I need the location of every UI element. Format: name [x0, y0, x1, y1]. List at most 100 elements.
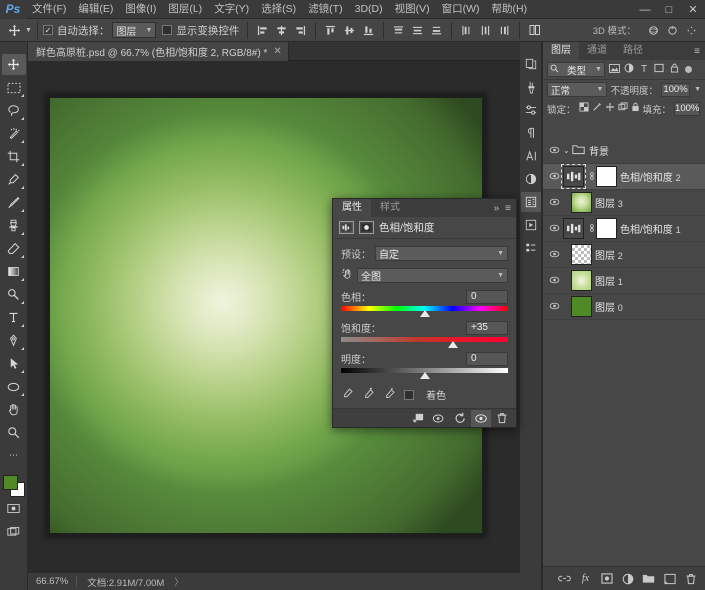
layer-name[interactable]: 图层 2: [595, 247, 623, 262]
more-tools-button[interactable]: ⋯: [2, 445, 26, 466]
group-disclosure-icon[interactable]: ⌄: [563, 146, 572, 155]
layer-thumbnail-adjustment[interactable]: [563, 218, 584, 239]
marquee-tool[interactable]: [2, 77, 26, 98]
saturation-value[interactable]: +35: [466, 320, 508, 335]
foreground-color-swatch[interactable]: [2, 475, 18, 490]
3d-pan-icon[interactable]: [683, 21, 700, 39]
distribute-center-vertical-icon[interactable]: [409, 21, 426, 39]
opacity-chevron-icon[interactable]: ▼: [694, 86, 701, 93]
menu-window[interactable]: 窗口(W): [436, 0, 486, 19]
collapse-icon[interactable]: »: [490, 203, 504, 214]
layer-row-layer-0[interactable]: 图层 0: [543, 294, 705, 320]
lightness-slider-thumb[interactable]: [419, 372, 430, 379]
hue-value[interactable]: 0: [466, 289, 508, 304]
color-wheel-icon[interactable]: [521, 169, 541, 189]
lock-image-pixels-icon[interactable]: [592, 102, 602, 115]
eyedropper-icon[interactable]: [341, 387, 354, 403]
properties-panel[interactable]: 属性 样式 » ≡ 色相/饱和度 预设： 自定 ▼ 全图 ▼ 色相： 0 饱和度…: [332, 198, 517, 428]
align-bottom-icon[interactable]: [360, 21, 377, 39]
lock-all-icon[interactable]: [631, 102, 640, 115]
panel-menu-icon[interactable]: ≡: [689, 46, 705, 57]
lock-artboard-nesting-icon[interactable]: [617, 102, 628, 115]
align-top-icon[interactable]: [322, 21, 339, 39]
type-tool[interactable]: [2, 307, 26, 328]
layer-name[interactable]: 背景: [589, 143, 609, 158]
menu-type[interactable]: 文字(Y): [208, 0, 255, 19]
auto-select-dropdown[interactable]: 图层 ▼: [112, 22, 157, 38]
layer-mask-button[interactable]: [597, 569, 616, 588]
toggle-layer-visibility-button[interactable]: [471, 409, 491, 427]
adjustments-icon[interactable]: [521, 100, 541, 120]
hand-tool[interactable]: [2, 399, 26, 420]
auto-align-icon[interactable]: [526, 21, 543, 39]
visibility-toggle[interactable]: [545, 146, 563, 156]
link-layers-button[interactable]: [555, 569, 574, 588]
distribute-top-icon[interactable]: [390, 21, 407, 39]
mask-link-icon[interactable]: [587, 171, 596, 183]
crop-tool[interactable]: [2, 146, 26, 167]
filter-toggle-switch[interactable]: [685, 66, 692, 73]
layer-name[interactable]: 图层 0: [595, 299, 623, 314]
layer-thumbnail[interactable]: [571, 192, 592, 213]
tool-preset-caret-icon[interactable]: ▼: [25, 27, 32, 34]
lasso-tool[interactable]: [2, 100, 26, 121]
saturation-slider-track[interactable]: [341, 336, 508, 349]
layer-name[interactable]: 图层 1: [595, 273, 623, 288]
properties-icon[interactable]: [520, 192, 541, 212]
layer-row-hue-saturation-1[interactable]: 色相/饱和度 1: [543, 216, 705, 242]
layer-thumbnail-adjustment[interactable]: [561, 164, 586, 189]
filter-type-dropdown[interactable]: 类型 ▼: [547, 62, 605, 77]
filter-type-text-icon[interactable]: T: [638, 64, 650, 75]
layer-mask-thumbnail[interactable]: [596, 166, 617, 187]
tab-channels[interactable]: 通道: [579, 42, 615, 60]
shape-tool[interactable]: [2, 376, 26, 397]
saturation-slider-thumb[interactable]: [447, 341, 458, 348]
layer-row-group-background[interactable]: ⌄ 背景: [543, 138, 705, 164]
clone-stamp-tool[interactable]: [2, 215, 26, 236]
layer-comps-icon[interactable]: [521, 238, 541, 258]
menu-3d[interactable]: 3D(D): [349, 0, 389, 19]
mask-link-icon[interactable]: [587, 223, 596, 235]
preview-previous-state-button[interactable]: [429, 410, 449, 427]
3d-rotate-icon[interactable]: [645, 21, 662, 39]
filter-adjustment-icon[interactable]: [623, 63, 635, 76]
menu-image[interactable]: 图像(I): [119, 0, 162, 19]
filter-smart-object-icon[interactable]: [668, 63, 680, 76]
pen-tool[interactable]: [2, 330, 26, 351]
tab-properties[interactable]: 属性: [333, 199, 371, 217]
distribute-bottom-icon[interactable]: [428, 21, 445, 39]
layer-style-button[interactable]: fx: [576, 569, 595, 588]
distribute-left-icon[interactable]: [458, 21, 475, 39]
align-left-icon[interactable]: [254, 21, 271, 39]
delete-adjustment-button[interactable]: [492, 410, 512, 427]
close-icon[interactable]: ✕: [273, 46, 281, 57]
character-icon[interactable]: [521, 146, 541, 166]
align-right-icon[interactable]: [292, 21, 309, 39]
tab-layers[interactable]: 图层: [543, 42, 579, 60]
gradient-tool[interactable]: [2, 261, 26, 282]
reset-button[interactable]: [450, 410, 470, 427]
visibility-toggle[interactable]: [545, 276, 563, 286]
quick-mask-button[interactable]: [2, 498, 26, 519]
tab-styles[interactable]: 样式: [371, 199, 409, 217]
layer-name[interactable]: 图层 3: [595, 195, 623, 210]
menu-edit[interactable]: 编辑(E): [72, 0, 119, 19]
actions-icon[interactable]: [521, 215, 541, 235]
layer-row-hue-saturation-2[interactable]: 色相/饱和度 2: [543, 164, 705, 190]
adjustment-type-icon[interactable]: [339, 221, 354, 234]
layer-name[interactable]: 色相/饱和度 2: [620, 169, 681, 184]
preset-dropdown[interactable]: 自定 ▼: [375, 246, 508, 261]
delete-layer-button[interactable]: [681, 569, 700, 588]
eraser-tool[interactable]: [2, 238, 26, 259]
adjustment-layer-button[interactable]: [618, 569, 637, 588]
filter-pixel-icon[interactable]: [608, 63, 620, 76]
visibility-toggle[interactable]: [545, 302, 563, 312]
dodge-tool[interactable]: [2, 284, 26, 305]
3d-roll-icon[interactable]: [664, 21, 681, 39]
layer-row-layer-3[interactable]: 图层 3: [543, 190, 705, 216]
new-group-button[interactable]: [639, 569, 658, 588]
colorize-checkbox[interactable]: [404, 389, 414, 400]
lock-transparent-pixels-icon[interactable]: [578, 102, 589, 115]
eyedropper-tool[interactable]: [2, 169, 26, 190]
hue-slider-track[interactable]: [341, 305, 508, 318]
